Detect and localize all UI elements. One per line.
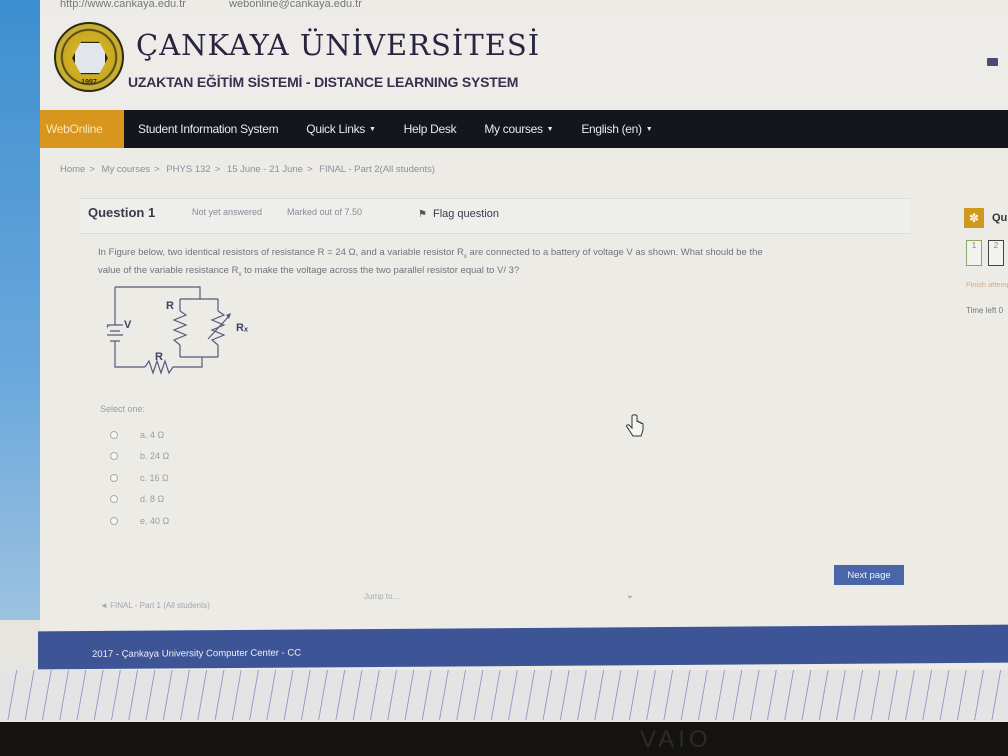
nav-quick-links[interactable]: Quick Links ▼ xyxy=(292,110,389,148)
breadcrumb: Home > My courses > PHYS 132 > 15 June - 21… xyxy=(60,164,435,175)
resistor-parallel xyxy=(172,310,188,346)
question-info-bar: Question 1 Not yet answered Marked out o… xyxy=(80,198,910,234)
breadcrumb-home[interactable]: Home xyxy=(60,164,85,175)
circuit-diagram: V + R R Rₓ xyxy=(106,286,249,375)
chevron-down-icon: ⌄ xyxy=(625,590,634,601)
website-link[interactable]: http://www.cankaya.edu.tr xyxy=(60,0,186,10)
radio-button[interactable] xyxy=(110,452,118,461)
university-title: ÇANKAYA ÜNİVERSİTESİ xyxy=(136,28,541,62)
quiz-navigation-block: ✽ Qu 1 2 Finish attempt ... Time left 0 xyxy=(964,208,1008,328)
select-one-label: Select one: xyxy=(100,404,146,414)
university-logo[interactable]: 1997 xyxy=(54,22,124,92)
radio-button[interactable] xyxy=(110,495,118,504)
breadcrumb-separator: > xyxy=(89,164,95,175)
moodle-page: http://www.cankaya.edu.tr webonline@cank… xyxy=(40,0,1008,670)
breadcrumb-quiz[interactable]: FINAL - Part 2(All students) xyxy=(319,164,435,175)
breadcrumb-separator: > xyxy=(154,164,160,175)
radio-button[interactable] xyxy=(110,430,118,439)
time-left: Time left 0 xyxy=(966,306,1004,315)
question-text-line-1: In Figure below, two identical resistors… xyxy=(98,246,898,264)
jump-to-select[interactable]: Jump to... ⌄ xyxy=(364,590,634,608)
finish-attempt-link[interactable]: Finish attempt ... xyxy=(966,280,1008,289)
question-grade: Marked out of 7.50 xyxy=(287,207,363,217)
answer-label: c. 16 Ω xyxy=(140,472,169,483)
question-text-line-2: value of the variable resistance Rx to m… xyxy=(98,264,898,282)
label-r-parallel: R xyxy=(166,300,174,312)
breadcrumb-week[interactable]: 15 June - 21 June xyxy=(227,164,303,175)
flag-icon: ⚑ xyxy=(418,208,427,220)
label-rx: Rₓ xyxy=(236,322,249,334)
breadcrumb-separator: > xyxy=(306,164,313,175)
caret-down-icon: ▼ xyxy=(369,125,376,133)
nav-my-courses[interactable]: My courses ▼ xyxy=(470,110,567,148)
breadcrumb-course[interactable]: PHYS 132 xyxy=(166,164,210,175)
message-icon[interactable] xyxy=(987,58,998,66)
nav-label: Quick Links xyxy=(306,122,366,136)
contact-bar: http://www.cankaya.edu.tr webonline@cank… xyxy=(40,0,1008,14)
jump-to-label: Jump to... xyxy=(364,592,400,601)
text-part: In Figure below, two identical resistors… xyxy=(98,247,464,258)
text-part: are connected to a battery of voltage V … xyxy=(466,247,763,258)
breadcrumb-separator: > xyxy=(214,164,221,175)
text-part: value of the variable resistance R xyxy=(98,264,239,276)
caret-down-icon: ▼ xyxy=(546,125,554,133)
nav-label: English (en) xyxy=(581,122,642,136)
breadcrumb-my-courses[interactable]: My courses xyxy=(102,164,151,175)
hand-cursor-icon xyxy=(626,414,644,437)
logo-emblem-icon xyxy=(72,41,108,75)
answer-option-e[interactable]: e. 40 Ω xyxy=(110,510,169,532)
email-link[interactable]: webonline@cankaya.edu.tr xyxy=(229,0,362,10)
browser-side-edge xyxy=(0,0,40,620)
screen-moire-area xyxy=(0,670,1008,720)
nav-label: WebOnline xyxy=(46,122,103,136)
logo-year: 1997 xyxy=(81,79,97,86)
laptop-bezel: VAIO xyxy=(0,722,1008,756)
nav-help-desk[interactable]: Help Desk xyxy=(390,110,471,148)
next-page-button[interactable]: Next page xyxy=(834,565,904,585)
circuit-wire-top xyxy=(115,286,201,299)
university-subtitle: UZAKTAN EĞİTİM SİSTEMİ - DISTANCE LEARNI… xyxy=(128,74,519,90)
answer-option-a[interactable]: a. 4 Ω xyxy=(110,424,169,446)
footer-text: 2017 - Çankaya University Computer Cente… xyxy=(92,647,302,661)
quiz-navigation-title: Qu xyxy=(992,212,1008,224)
nav-label: My courses xyxy=(484,122,543,136)
nav-language[interactable]: English (en) ▼ xyxy=(567,110,666,148)
radio-button[interactable] xyxy=(110,516,118,525)
main-navbar: WebOnline Student Information System Qui… xyxy=(40,110,1008,148)
answer-label: d. 8 Ω xyxy=(140,494,165,505)
answer-options: a. 4 Ω b. 24 Ω c. 16 Ω d. 8 Ω e. 40 Ω xyxy=(110,424,169,532)
caret-down-icon: ▼ xyxy=(645,125,653,133)
site-header: 1997 ÇANKAYA ÜNİVERSİTESİ UZAKTAN EĞİTİM… xyxy=(40,14,1008,110)
flag-question-button[interactable]: ⚑ Flag question xyxy=(418,208,499,220)
bezel-brand-logo: VAIO xyxy=(640,726,712,753)
nav-student-information-system[interactable]: Student Information System xyxy=(124,110,292,148)
answer-option-d[interactable]: d. 8 Ω xyxy=(110,489,169,511)
text-part: to make the voltage across the two paral… xyxy=(241,264,520,276)
radio-button[interactable] xyxy=(110,473,118,482)
nav-webonline[interactable]: WebOnline xyxy=(40,110,124,148)
flag-label: Flag question xyxy=(432,208,500,220)
answer-label: e. 40 Ω xyxy=(140,515,170,526)
answer-label: b. 24 Ω xyxy=(140,451,170,462)
circuit-wire-bottom xyxy=(175,357,203,368)
gear-icon[interactable]: ✽ xyxy=(964,208,984,228)
question-text: In Figure below, two identical resistors… xyxy=(98,246,898,282)
site-footer: 2017 - Çankaya University Computer Cente… xyxy=(38,624,1008,670)
label-r-series: R xyxy=(155,351,163,363)
circuit-parallel-frame xyxy=(179,298,219,358)
nav-label: Help Desk xyxy=(403,122,457,136)
previous-activity-link[interactable]: ◄ FINAL - Part 1 (All students) xyxy=(100,601,210,610)
label-v: V xyxy=(124,319,132,331)
variable-arrow-line xyxy=(207,314,231,340)
answer-option-c[interactable]: c. 16 Ω xyxy=(110,467,169,489)
quiz-nav-question-2[interactable]: 2 xyxy=(988,240,1004,266)
question-number: Question 1 xyxy=(88,205,156,220)
label-plus: + xyxy=(106,325,110,331)
quiz-nav-question-1[interactable]: 1 xyxy=(966,240,982,266)
nav-label: Student Information System xyxy=(138,122,279,136)
answer-option-b[interactable]: b. 24 Ω xyxy=(110,446,169,468)
answer-label: a. 4 Ω xyxy=(140,429,165,440)
question-state: Not yet answered xyxy=(192,207,263,217)
